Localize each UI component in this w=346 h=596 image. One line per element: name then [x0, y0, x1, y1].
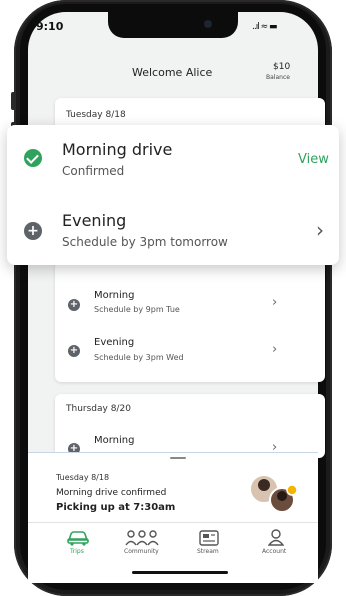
day-label: Tuesday 8/18: [66, 110, 126, 120]
account-icon[interactable]: [268, 529, 284, 546]
add-icon: +: [68, 345, 80, 357]
wed-morning-title: Morning: [94, 290, 135, 301]
add-circle-icon: +: [24, 222, 42, 240]
day-card-wednesday: [55, 250, 325, 382]
status-time: 9:10: [36, 20, 64, 33]
morning-drive-status: Confirmed: [62, 164, 125, 178]
balance-label: Balance: [266, 74, 290, 81]
driver-avatars[interactable]: [248, 472, 300, 516]
car-icon[interactable]: [66, 530, 90, 546]
evening-subtitle: Schedule by 3pm tomorrow: [62, 235, 228, 249]
tab-stream[interactable]: Stream: [197, 548, 219, 555]
chevron-right-icon[interactable]: ›: [316, 218, 324, 242]
sheet-status: Morning drive confirmed: [56, 488, 167, 498]
wed-evening-subtitle: Schedule by 3pm Wed: [94, 353, 184, 362]
morning-drive-title: Morning drive: [62, 140, 173, 159]
page-title: Welcome Alice: [132, 66, 213, 79]
sheet-date: Tuesday 8/18: [56, 473, 110, 482]
tab-account[interactable]: Account: [262, 548, 286, 555]
add-icon: +: [68, 299, 80, 311]
sheet-pickup: Picking up at 7:30am: [56, 502, 176, 513]
wed-morning-subtitle: Schedule by 9pm Tue: [94, 305, 180, 314]
sheet-handle[interactable]: [170, 457, 186, 459]
chevron-right-icon[interactable]: ›: [272, 295, 277, 310]
thu-morning-title: Morning: [94, 435, 135, 446]
stream-icon[interactable]: [199, 530, 219, 546]
balance-amount[interactable]: $10: [273, 62, 290, 72]
side-button: [11, 92, 16, 110]
evening-title: Evening: [62, 211, 127, 230]
community-icon[interactable]: [124, 530, 160, 546]
tab-trips[interactable]: Trips: [70, 548, 84, 555]
notch: [108, 12, 238, 38]
chevron-right-icon[interactable]: ›: [272, 342, 277, 357]
view-button[interactable]: View: [298, 152, 329, 167]
day-label: Thursday 8/20: [66, 404, 131, 414]
tab-community[interactable]: Community: [124, 548, 159, 555]
wed-evening-title: Evening: [94, 337, 135, 348]
home-indicator[interactable]: [132, 571, 228, 574]
camera-icon: [204, 20, 212, 28]
status-indicators: ..ıl ≈ ▬: [252, 22, 277, 32]
check-circle-icon: [24, 149, 42, 167]
